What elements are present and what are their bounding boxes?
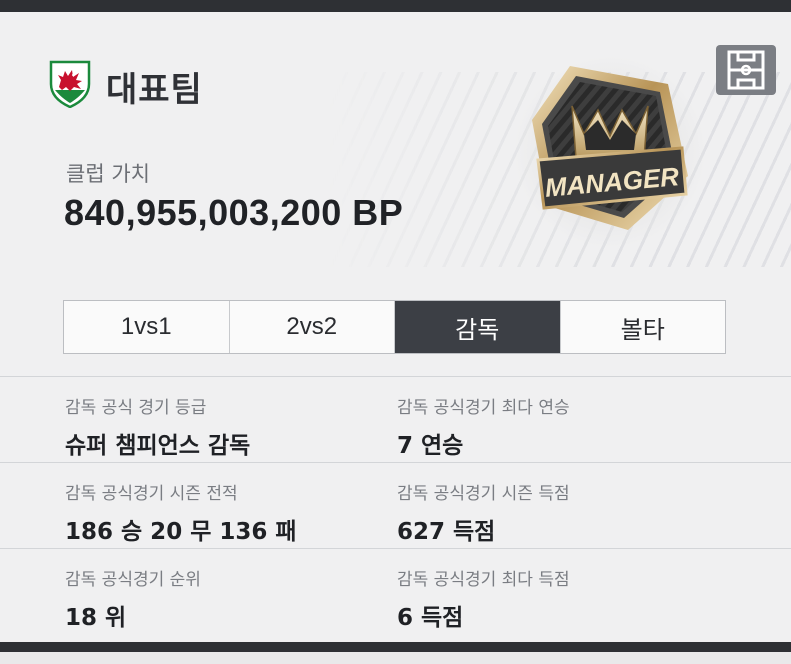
stat-rank: 감독 공식경기 순위 18 위 <box>65 549 201 632</box>
stat-season-goals: 감독 공식경기 시즌 득점 627 득점 <box>397 463 570 546</box>
stat-season-record: 감독 공식경기 시즌 전적 186 승 20 무 136 패 <box>65 463 297 546</box>
club-value-label: 클럽 가치 <box>66 162 150 186</box>
formation-field-icon <box>727 50 765 90</box>
stat-value: 186 승 20 무 136 패 <box>65 519 297 545</box>
stat-value: 7 연승 <box>397 433 464 459</box>
stat-label: 감독 공식 경기 등급 <box>65 398 207 418</box>
stat-value: 18 위 <box>65 605 127 631</box>
stat-best-win-streak: 감독 공식경기 최다 연승 7 연승 <box>397 377 570 460</box>
team-name: 대표팀 <box>106 70 203 110</box>
stat-most-goals: 감독 공식경기 최다 득점 6 득점 <box>397 549 570 632</box>
stat-label: 감독 공식경기 최다 연승 <box>397 398 570 418</box>
stats-row: 감독 공식 경기 등급 슈퍼 챔피언스 감독 감독 공식경기 최다 연승 7 연… <box>0 376 791 462</box>
tab-2vs2[interactable]: 2vs2 <box>230 301 395 353</box>
stat-value: 6 득점 <box>397 605 464 631</box>
next-panel-edge <box>0 652 791 664</box>
wales-dragon-crest-icon <box>49 60 91 108</box>
tab-1vs1[interactable]: 1vs1 <box>64 301 230 353</box>
stat-value: 627 득점 <box>397 519 496 545</box>
stat-label: 감독 공식경기 최다 득점 <box>397 570 570 590</box>
manager-crown-badge-icon: MANAGER <box>514 56 706 248</box>
stat-label: 감독 공식경기 시즌 전적 <box>65 484 238 504</box>
stat-manager-grade: 감독 공식 경기 등급 슈퍼 챔피언스 감독 <box>65 377 250 460</box>
manager-stats: 감독 공식 경기 등급 슈퍼 챔피언스 감독 감독 공식경기 최다 연승 7 연… <box>0 376 791 634</box>
mode-tabs: 1vs1 2vs2 감독 볼타 <box>63 300 726 354</box>
club-value: 840,955,003,200 BP <box>64 192 404 233</box>
tab-manager[interactable]: 감독 <box>395 301 561 353</box>
stat-value: 슈퍼 챔피언스 감독 <box>65 433 251 459</box>
tab-volta[interactable]: 볼타 <box>561 301 726 353</box>
stat-label: 감독 공식경기 순위 <box>65 570 201 590</box>
formation-field-button[interactable] <box>716 45 776 95</box>
stats-row: 감독 공식경기 순위 18 위 감독 공식경기 최다 득점 6 득점 <box>0 548 791 634</box>
stats-row: 감독 공식경기 시즌 전적 186 승 20 무 136 패 감독 공식경기 시… <box>0 462 791 548</box>
stat-label: 감독 공식경기 시즌 득점 <box>397 484 570 504</box>
